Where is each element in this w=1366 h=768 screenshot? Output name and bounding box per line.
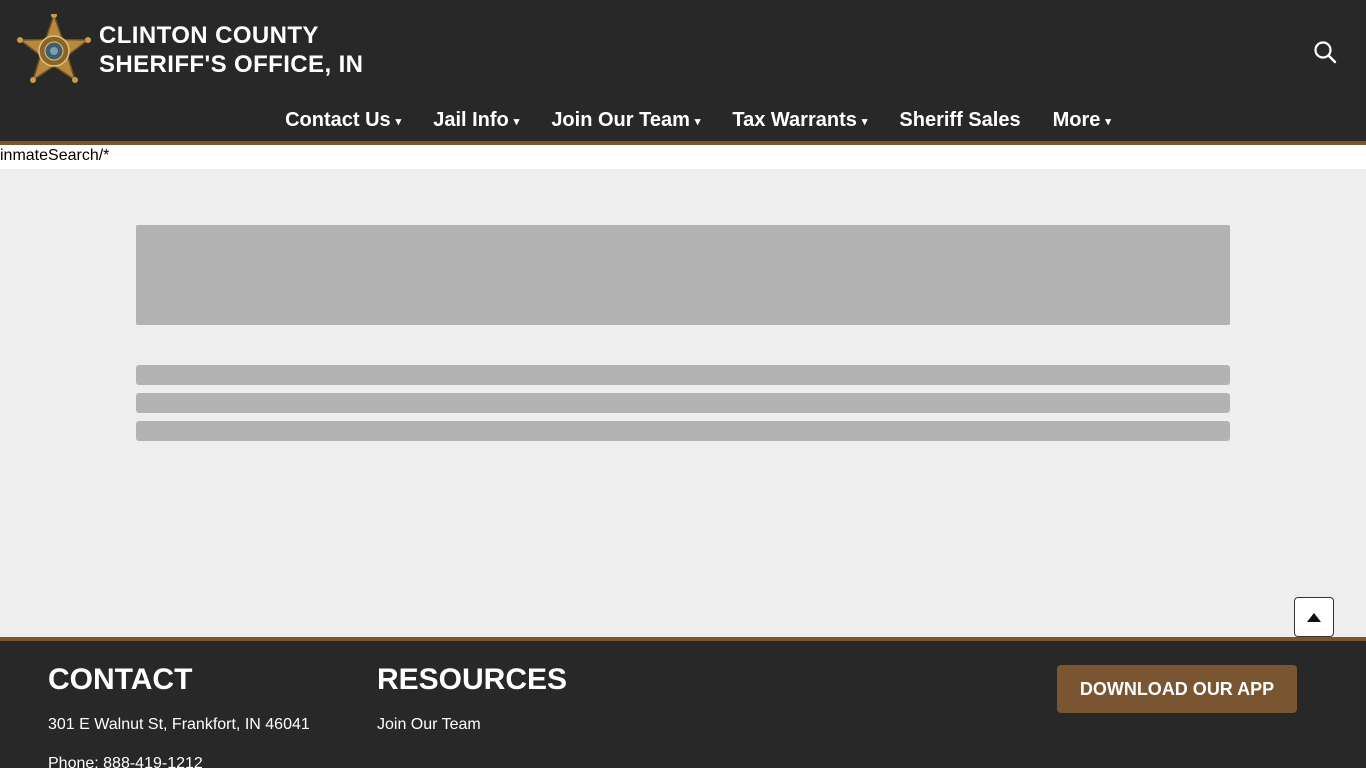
site-footer: CONTACT 301 E Walnut St, Frankfort, IN 4… bbox=[0, 641, 1366, 768]
arrow-up-icon bbox=[1307, 612, 1321, 622]
sheriff-badge-logo[interactable] bbox=[16, 14, 92, 86]
footer-address: 301 E Walnut St, Frankfort, IN 46041 bbox=[48, 716, 310, 733]
main-content bbox=[0, 169, 1366, 637]
nav-item-label: Jail Info bbox=[433, 108, 509, 131]
footer-contact-heading: CONTACT bbox=[48, 663, 193, 696]
nav-item-jail-info[interactable]: Jail Info ▾ bbox=[417, 109, 535, 132]
download-app-button[interactable]: DOWNLOAD OUR APP bbox=[1057, 665, 1297, 713]
loading-placeholder-line bbox=[136, 421, 1230, 441]
footer-phone[interactable]: Phone: 888-419-1212 bbox=[48, 755, 203, 768]
site-title-line2: SHERIFF'S OFFICE, IN bbox=[99, 51, 364, 78]
nav-item-join-our-team[interactable]: Join Our Team ▾ bbox=[535, 109, 716, 132]
back-to-top-button[interactable] bbox=[1294, 597, 1334, 637]
search-icon bbox=[1314, 41, 1337, 64]
nav-item-label: Join Our Team bbox=[551, 108, 690, 131]
site-title-line1: CLINTON COUNTY bbox=[99, 22, 319, 49]
caret-down-icon: ▾ bbox=[395, 115, 402, 128]
loading-placeholder-line bbox=[136, 393, 1230, 413]
nav-item-contact-us[interactable]: Contact Us ▾ bbox=[269, 109, 417, 132]
caret-down-icon: ▾ bbox=[694, 115, 701, 128]
site-title[interactable]: CLINTON COUNTY SHERIFF'S OFFICE, IN bbox=[99, 21, 363, 79]
site-header: CLINTON COUNTY SHERIFF'S OFFICE, IN Cont… bbox=[0, 0, 1366, 141]
footer-link-join-our-team[interactable]: Join Our Team bbox=[377, 716, 481, 734]
nav-item-label: Contact Us bbox=[285, 108, 391, 131]
nav-item-label: Tax Warrants bbox=[732, 108, 857, 131]
nav-item-label: More bbox=[1052, 108, 1101, 131]
caret-down-icon: ▾ bbox=[513, 115, 520, 128]
nav-item-tax-warrants[interactable]: Tax Warrants ▾ bbox=[716, 109, 883, 132]
caret-down-icon: ▾ bbox=[1105, 115, 1111, 128]
nav-item-label: Sheriff Sales bbox=[899, 108, 1021, 131]
search-button[interactable] bbox=[1313, 40, 1339, 66]
footer-resources-heading: RESOURCES bbox=[377, 663, 568, 696]
loading-placeholder-line bbox=[136, 365, 1230, 385]
url-strip: inmateSearch/* bbox=[0, 145, 1366, 169]
nav-item-more[interactable]: More ▾ bbox=[1037, 109, 1127, 132]
loading-placeholder-block bbox=[136, 225, 1230, 325]
url-strip-text: inmateSearch/* bbox=[0, 147, 110, 164]
main-nav: Contact Us ▾ Jail Info ▾ Join Our Team ▾… bbox=[0, 100, 1366, 140]
caret-down-icon: ▾ bbox=[861, 115, 868, 128]
nav-list: Contact Us ▾ Jail Info ▾ Join Our Team ▾… bbox=[269, 100, 1127, 140]
nav-item-sheriff-sales[interactable]: Sheriff Sales bbox=[883, 109, 1036, 132]
